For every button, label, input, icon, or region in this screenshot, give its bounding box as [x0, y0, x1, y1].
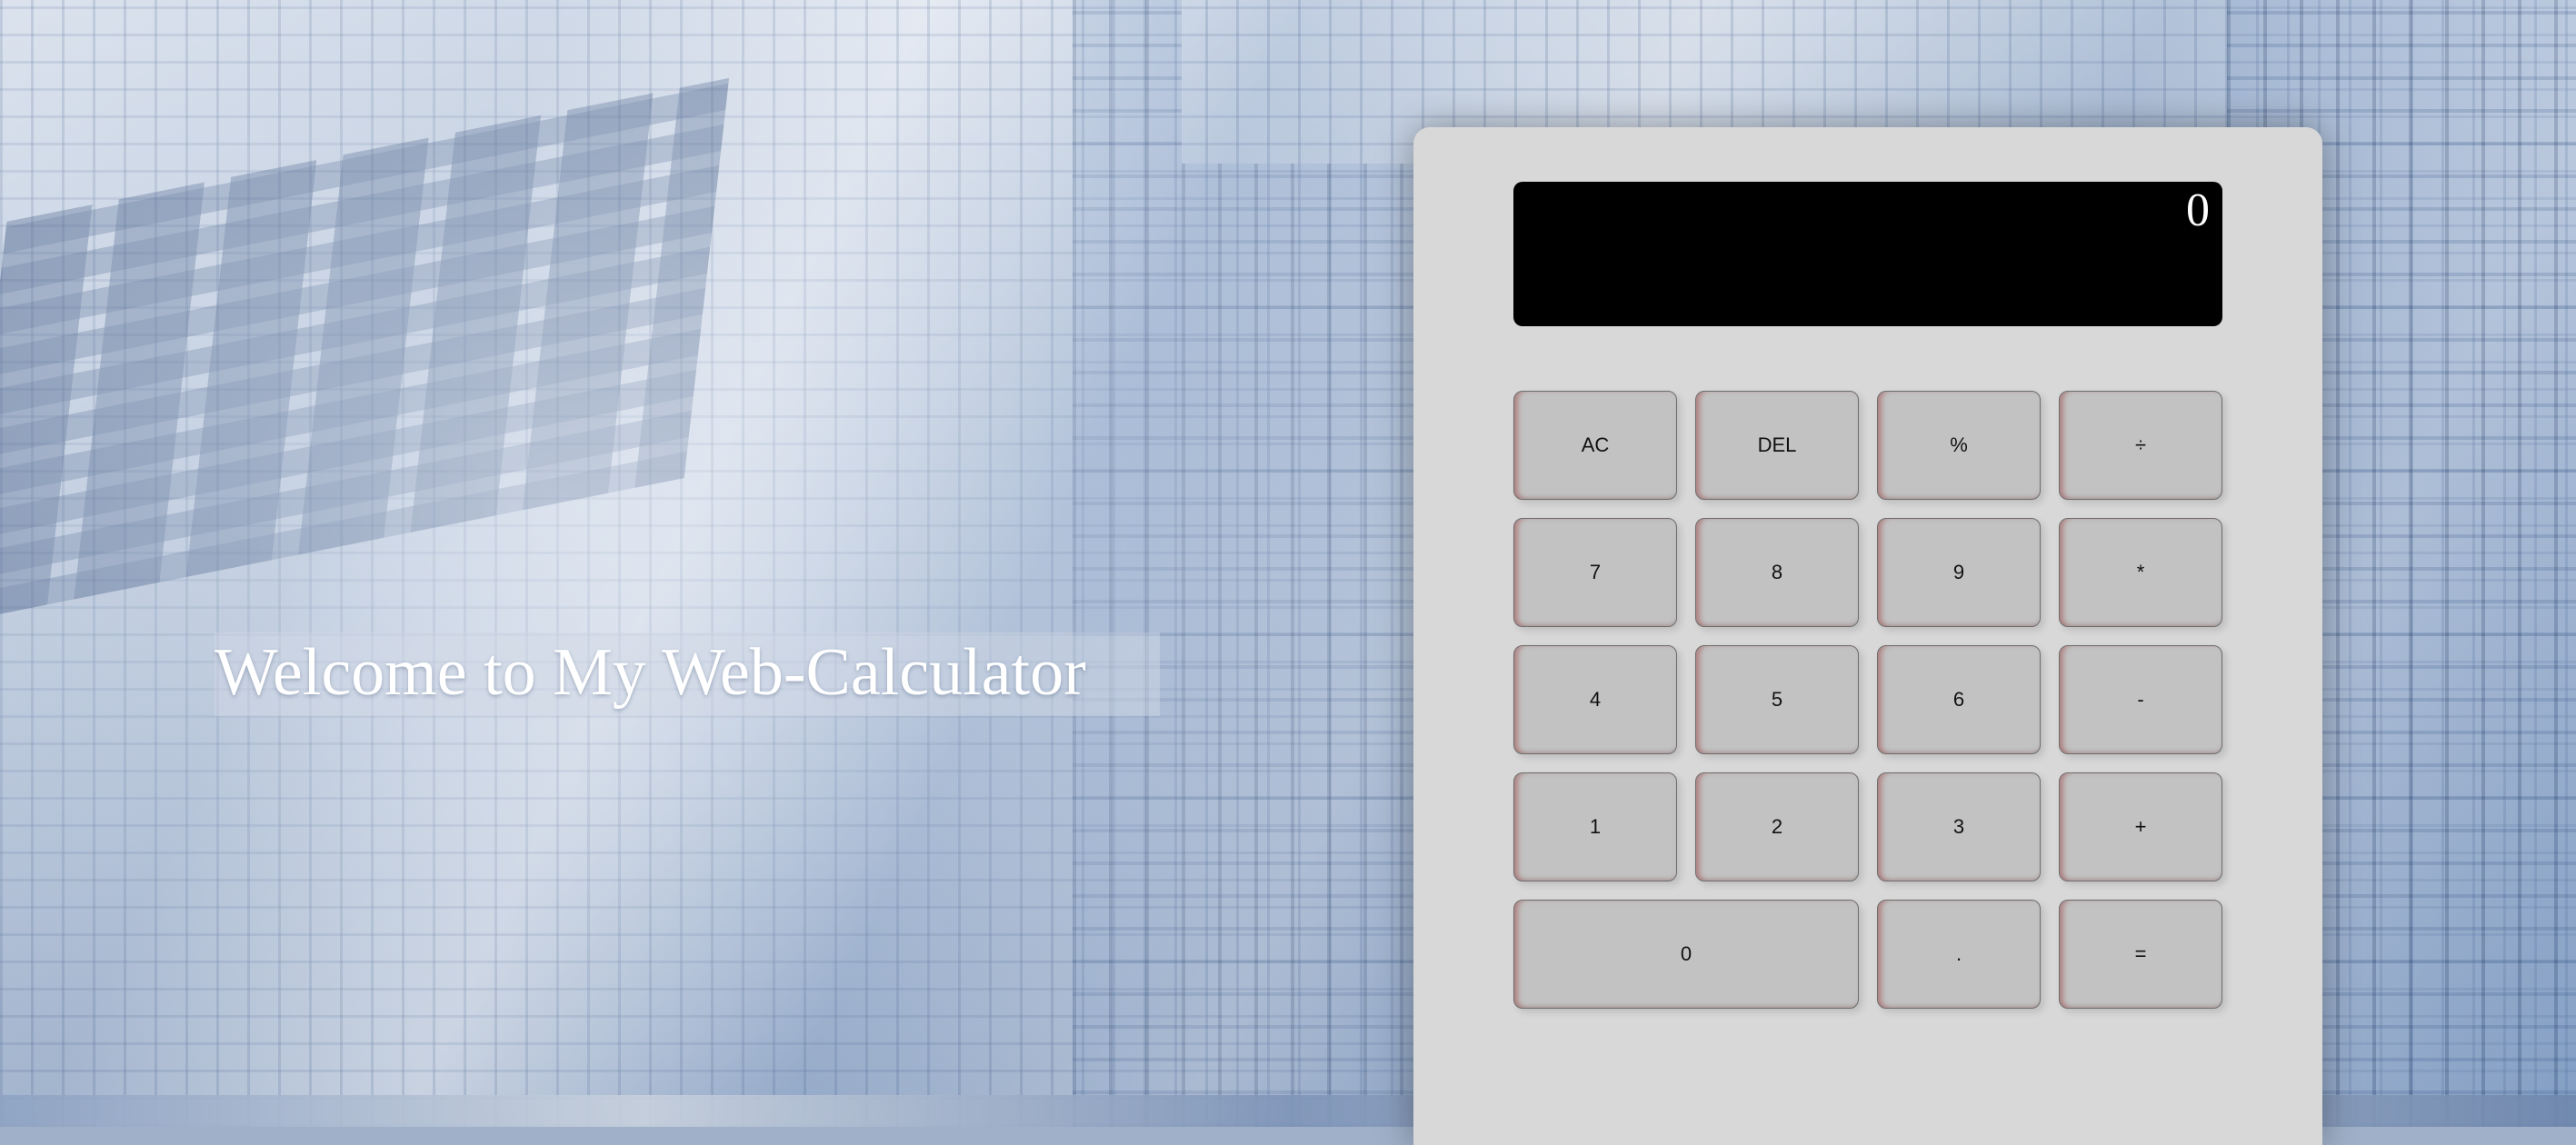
- subtract-button[interactable]: -: [2059, 645, 2222, 754]
- decimal-button[interactable]: .: [1877, 900, 2041, 1009]
- percent-button[interactable]: %: [1877, 391, 2041, 500]
- digit-2-button[interactable]: 2: [1695, 772, 1859, 881]
- all-clear-button[interactable]: AC: [1513, 391, 1677, 500]
- digit-7-button[interactable]: 7: [1513, 518, 1677, 627]
- digit-6-button[interactable]: 6: [1877, 645, 2041, 754]
- background-highlight: [0, 0, 1418, 1127]
- digit-4-button[interactable]: 4: [1513, 645, 1677, 754]
- display-value: 0: [2186, 184, 2210, 236]
- delete-button[interactable]: DEL: [1695, 391, 1859, 500]
- calculator-display: 0: [1513, 182, 2222, 326]
- digit-0-button[interactable]: 0: [1513, 900, 1859, 1009]
- digit-1-button[interactable]: 1: [1513, 772, 1677, 881]
- keypad: AC DEL % ÷ 7 8 9 * 4 5 6 - 1 2 3 + 0 . =: [1513, 391, 2222, 1009]
- multiply-button[interactable]: *: [2059, 518, 2222, 627]
- add-button[interactable]: +: [2059, 772, 2222, 881]
- digit-3-button[interactable]: 3: [1877, 772, 2041, 881]
- equals-button[interactable]: =: [2059, 900, 2222, 1009]
- digit-8-button[interactable]: 8: [1695, 518, 1859, 627]
- digit-5-button[interactable]: 5: [1695, 645, 1859, 754]
- calculator: 0 AC DEL % ÷ 7 8 9 * 4 5 6 - 1 2 3 + 0 .…: [1413, 127, 2322, 1145]
- welcome-heading: Welcome to My Web-Calculator: [215, 632, 1160, 716]
- divide-button[interactable]: ÷: [2059, 391, 2222, 500]
- digit-9-button[interactable]: 9: [1877, 518, 2041, 627]
